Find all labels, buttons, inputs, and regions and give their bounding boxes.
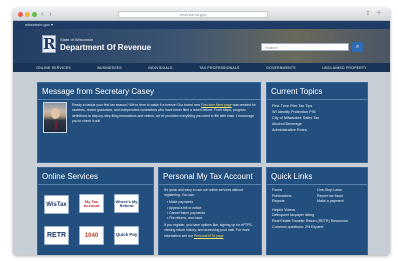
wheres-my-refund-tile[interactable]: Where's My Refund — [114, 194, 139, 213]
quick-links-panel: Quick Links Forms Publications Reports O… — [266, 167, 368, 255]
nav-online-services[interactable]: ONLINE SERVICES — [36, 66, 71, 70]
tax-account-outro: If you register, you have options like, … — [164, 223, 253, 238]
tax-account-title: Personal My Tax Account — [159, 168, 261, 185]
quick-link[interactable]: Common questions: 2% Expand — [272, 225, 362, 231]
nav-businesses[interactable]: BUSINESSES — [97, 66, 121, 70]
my-tax-account-tile[interactable]: My Tax Account — [79, 194, 104, 213]
search-button[interactable]: ⌕ — [352, 42, 363, 52]
nav-individuals[interactable]: INDIVIDUALS — [148, 66, 172, 70]
nav-governments[interactable]: GOVERNMENTS — [266, 66, 296, 70]
close-window-button[interactable] — [18, 12, 23, 17]
form-1040-tile[interactable]: 1040 — [79, 226, 104, 245]
quick-link[interactable]: Reports — [272, 199, 317, 205]
current-topics-panel: Current Topics First-Time Filer Tax Tips… — [266, 82, 368, 163]
first-time-filers-link[interactable]: First-time filers page — [201, 103, 232, 107]
main-navigation: ONLINE SERVICES BUSINESSES INDIVIDUALS T… — [13, 63, 390, 72]
quick-pay-tile[interactable]: Quick Pay — [114, 226, 139, 245]
quick-link[interactable]: Make a payment — [317, 199, 362, 205]
topics-title: Current Topics — [267, 83, 367, 100]
browser-window: ‹ › revenue.wi.gov ⇪ ＋ wisconsin.gov ▾ R… — [13, 8, 390, 255]
message-title: Message from Secretary Casey — [38, 83, 260, 100]
services-title: Online Services — [38, 168, 153, 185]
list-item: File returns, and more — [167, 216, 256, 221]
nav-unclaimed-property[interactable]: UNCLAIMED PROPERTY — [322, 66, 366, 70]
tax-account-intro: It's quick and easy to use our online se… — [164, 188, 243, 198]
minimize-window-button[interactable] — [25, 12, 30, 17]
secretary-message-panel: Message from Secretary Casey Ready to ta… — [37, 82, 261, 163]
message-body: Ready to tackle your first tax season? W… — [72, 103, 256, 124]
state-name: State of Wisconsin — [60, 37, 94, 42]
site-header: R State of Wisconsin Department Of Reven… — [13, 29, 390, 63]
search-icon: ⌕ — [355, 44, 360, 50]
department-name[interactable]: Department Of Revenue — [60, 43, 151, 52]
personal-tax-account-panel: Personal My Tax Account It's quick and e… — [158, 167, 262, 255]
browser-toolbar: ‹ › revenue.wi.gov ⇪ ＋ — [13, 8, 390, 21]
topic-link[interactable]: Administrative Rules — [272, 127, 362, 133]
retr-tile[interactable]: RETR — [44, 226, 69, 245]
wistax-tile[interactable]: WisTax — [44, 195, 69, 214]
maximize-window-button[interactable] — [32, 12, 37, 17]
wisconsin-gov-link[interactable]: wisconsin.gov ▾ — [13, 21, 390, 29]
secretary-photo — [43, 102, 67, 133]
quick-links-title: Quick Links — [267, 168, 367, 185]
address-bar[interactable]: revenue.wi.gov — [118, 11, 268, 18]
nav-tax-professionals[interactable]: TAX PROFESSIONALS — [199, 66, 239, 70]
back-forward-icon[interactable]: ‹ › — [41, 10, 54, 19]
online-services-panel: Online Services WisTax My Tax Account Wh… — [37, 167, 154, 255]
personal-mta-link[interactable]: Personal MTA page — [194, 234, 224, 238]
website: wisconsin.gov ▾ R State of Wisconsin Dep… — [13, 21, 390, 255]
share-icon[interactable]: ⇪ ＋ — [365, 10, 384, 19]
search-input[interactable]: Search — [261, 43, 349, 51]
dor-logo[interactable]: R — [42, 35, 56, 53]
